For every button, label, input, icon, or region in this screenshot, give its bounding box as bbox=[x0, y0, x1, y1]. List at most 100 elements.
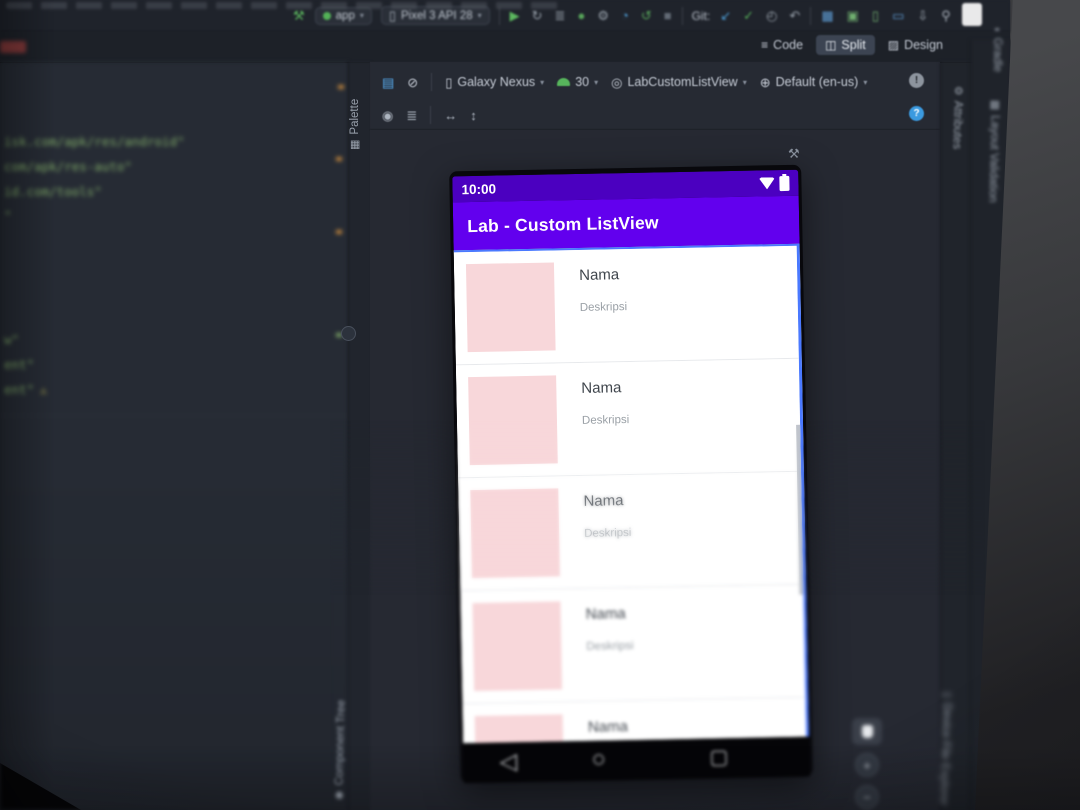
sidebar-tab-palette[interactable]: ▦ Palette bbox=[348, 99, 362, 150]
apply-code-changes-icon[interactable]: ≣ bbox=[554, 8, 567, 23]
profiler-attach-icon[interactable]: ⚙ bbox=[596, 8, 610, 23]
disable-tools-icon[interactable]: ⊘ bbox=[407, 76, 418, 89]
list-item[interactable]: Nama Deskripsi bbox=[453, 245, 799, 366]
splitter-toggle-icon[interactable] bbox=[341, 326, 356, 341]
orientation-vertical-icon[interactable]: ↕ bbox=[470, 109, 477, 122]
device-manager-icon[interactable]: ▯ bbox=[871, 8, 880, 23]
toolbar-separator bbox=[498, 6, 500, 25]
git-update-icon[interactable]: ↙ bbox=[719, 8, 732, 23]
apply-changes-icon[interactable]: ↻ bbox=[531, 8, 544, 23]
item-image-placeholder bbox=[468, 375, 558, 466]
rerun-debug-icon[interactable]: ↺ bbox=[640, 8, 653, 23]
mode-tab-label: Design bbox=[904, 38, 943, 52]
item-description: Deskripsi bbox=[586, 639, 634, 653]
layout-validation-label: Layout Validation bbox=[986, 115, 1001, 203]
design-toolbar-row1: ▤ ⊘ ▯ Galaxy Nexus ▾ 30 ▾ ◎ LabCustomLis… bbox=[370, 62, 940, 102]
attributes-label: Attributes bbox=[950, 100, 964, 150]
code-line: isk.com/apk/res/android" bbox=[4, 130, 191, 155]
item-text: Nama Deskripsi bbox=[585, 600, 634, 701]
nav-back-icon: ◁ bbox=[499, 747, 518, 775]
view-options-icon[interactable]: ◉ bbox=[382, 109, 393, 122]
locale-dropdown[interactable]: ⊕ Default (en-us) ▾ bbox=[760, 75, 868, 89]
code-string: w" bbox=[4, 332, 20, 348]
xml-code: isk.com/apk/res/android" com/apk/res-aut… bbox=[4, 130, 191, 403]
zoom-out-button[interactable]: − bbox=[855, 785, 879, 809]
item-description: Deskripsi bbox=[579, 301, 628, 314]
search-icon[interactable]: ⚲ bbox=[940, 8, 952, 23]
code-string: " bbox=[4, 208, 12, 224]
chevron-down-icon: ▾ bbox=[594, 77, 599, 87]
git-actions-group: ↙ ✓ ◴ ↶ bbox=[719, 8, 801, 23]
git-history-icon[interactable]: ◴ bbox=[765, 8, 778, 23]
sidebar-tab-gradle[interactable]: ◖ Gradle bbox=[991, 26, 1004, 72]
list-item[interactable]: Nama Deskripsi bbox=[455, 358, 801, 479]
profiler-icon[interactable]: ◔ bbox=[620, 8, 630, 23]
sdk-manager-icon[interactable]: ⇩ bbox=[916, 8, 929, 23]
code-string: ent" bbox=[4, 357, 35, 373]
device-preview[interactable]: 10:00 Lab - Custom ListView Nama Deskrip… bbox=[449, 164, 813, 784]
orientation-horizontal-icon[interactable]: ↔ bbox=[444, 109, 457, 122]
globe-icon: ⊕ bbox=[759, 74, 771, 90]
item-title: Nama bbox=[587, 718, 629, 736]
tool-icons-group: ▦ ▣ ▯ ▭ ⇩ ⚲ bbox=[820, 8, 951, 23]
git-commit-icon[interactable]: ✓ bbox=[742, 8, 755, 23]
chevron-down-icon: ▾ bbox=[863, 77, 868, 87]
sidebar-tab-attributes[interactable]: ⚙ Attributes bbox=[950, 86, 964, 150]
debug-bug-icon[interactable]: ● bbox=[576, 8, 586, 23]
error-stripe-mark[interactable] bbox=[336, 230, 342, 234]
build-hammer-icon[interactable]: ⚒ bbox=[292, 8, 306, 23]
mode-tab-icon: ▨ bbox=[887, 38, 900, 52]
api-version-dropdown[interactable]: 30 ▾ bbox=[557, 75, 598, 89]
editor-divider bbox=[0, 415, 348, 416]
theme-dropdown[interactable]: ◎ LabCustomListView ▾ bbox=[611, 75, 747, 89]
api-version-label: 30 bbox=[575, 75, 590, 89]
wrench-icon[interactable]: ⚒ bbox=[788, 146, 800, 162]
file-tab[interactable] bbox=[0, 41, 26, 53]
error-stripe-mark[interactable] bbox=[336, 157, 342, 161]
toolbar-separator bbox=[810, 6, 812, 25]
logcat-icon[interactable]: ▣ bbox=[846, 8, 860, 23]
palette-icon: ▦ bbox=[348, 139, 361, 150]
design-toolbar-row2: ◉ ≣ ↔ ↕ bbox=[370, 102, 940, 128]
chevron-down-icon: ▾ bbox=[540, 77, 545, 87]
stop-icon[interactable]: ■ bbox=[663, 8, 673, 23]
navigation-bar: ◁ ○ ▢ bbox=[463, 736, 810, 784]
design-pane: ▤ ⊘ ▯ Galaxy Nexus ▾ 30 ▾ ◎ LabCustomLis… bbox=[370, 62, 940, 810]
pan-button[interactable] bbox=[852, 718, 882, 745]
error-stripe-mark[interactable] bbox=[338, 85, 344, 89]
device-dropdown[interactable]: ▯ Galaxy Nexus ▾ bbox=[445, 75, 544, 89]
mode-tab-icon: ≡ bbox=[761, 38, 769, 52]
avd-manager-icon[interactable]: ▭ bbox=[891, 8, 905, 23]
info-icon[interactable]: ! bbox=[909, 73, 924, 88]
notifications-icon[interactable] bbox=[962, 3, 982, 26]
xml-code-editor[interactable]: isk.com/apk/res/android" com/apk/res-aut… bbox=[0, 62, 348, 810]
component-tree-label: Component Tree bbox=[333, 699, 348, 786]
item-title: Nama bbox=[581, 379, 622, 397]
item-description: Deskripsi bbox=[584, 527, 632, 540]
android-icon bbox=[557, 78, 571, 86]
list-item[interactable]: Nama Deskripsi bbox=[462, 697, 808, 744]
git-revert-icon[interactable]: ↶ bbox=[788, 8, 801, 23]
layout-variants-icon[interactable]: ≣ bbox=[406, 109, 417, 122]
zoom-in-button[interactable]: + bbox=[855, 753, 879, 777]
battery-icon bbox=[779, 175, 790, 192]
project-structure-icon[interactable]: ▦ bbox=[820, 8, 834, 23]
design-surface-icon[interactable]: ▤ bbox=[382, 76, 394, 89]
nav-recents-icon: ▢ bbox=[709, 746, 729, 769]
listview[interactable]: Nama Deskripsi Nama Deskripsi Nama Deskr… bbox=[453, 243, 810, 744]
device-screen: 10:00 Lab - Custom ListView Nama Deskrip… bbox=[452, 169, 810, 784]
editor-design-splitter[interactable] bbox=[348, 62, 372, 810]
device-file-explorer-icon: ▯ bbox=[941, 691, 954, 699]
help-icon[interactable]: ? bbox=[909, 106, 924, 121]
run-icon[interactable]: ▶ bbox=[509, 8, 521, 23]
chevron-down-icon: ▾ bbox=[359, 11, 364, 20]
device-select-label: Pixel 3 API 28 bbox=[401, 9, 473, 22]
list-item[interactable]: Nama Deskripsi bbox=[460, 584, 806, 705]
run-config-select[interactable]: app ▾ bbox=[314, 6, 372, 25]
app-bar-title: Lab - Custom ListView bbox=[467, 211, 659, 236]
list-item[interactable]: Nama Deskripsi bbox=[458, 471, 804, 592]
code-line: ent" ⚠ bbox=[4, 378, 191, 403]
design-surface[interactable]: ⚒ 10:00 Lab - Custom ListView Nama Deskr… bbox=[370, 130, 940, 810]
